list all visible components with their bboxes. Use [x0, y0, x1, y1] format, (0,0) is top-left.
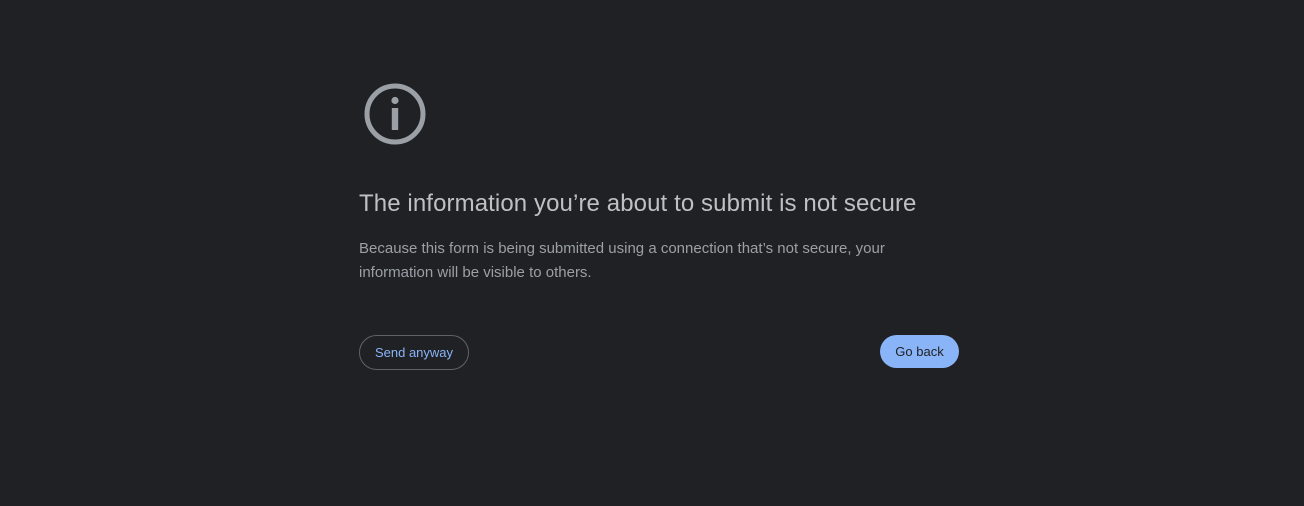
go-back-button[interactable]: Go back	[880, 335, 959, 368]
info-icon	[364, 83, 426, 145]
warning-description: Because this form is being submitted usi…	[359, 240, 885, 281]
page-title: The information you’re about to submit i…	[359, 190, 917, 217]
send-anyway-button[interactable]: Send anyway	[359, 335, 469, 370]
insecure-form-interstitial: The information you’re about to submit i…	[0, 0, 1304, 506]
